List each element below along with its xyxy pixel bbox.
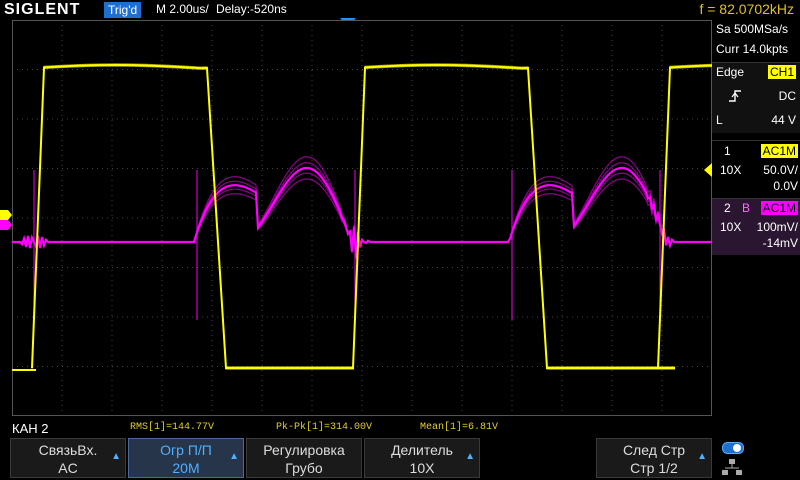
toggle-switch-icon[interactable] [722, 442, 744, 454]
measurement-pk-pk: Pk-Pk[1]=314.00V [276, 422, 373, 433]
channel2-probe: 10X [720, 220, 742, 234]
channel1-number: 1 [724, 144, 731, 158]
channel1-offset-marker-icon [0, 210, 12, 220]
softkey-adjust[interactable]: Регулировка Грубо [246, 438, 362, 478]
timebase-readout[interactable]: M 2.00us/ Delay:-520ns [156, 2, 287, 16]
softkey-next-page-title: След Стр [622, 442, 686, 458]
softkey-bandwidth-value: 20M [172, 460, 200, 476]
timebase-value: M 2.00us/ [156, 2, 209, 16]
softkey-adjust-title: Регулировка [263, 442, 345, 458]
memory-depth: Curr 14.0kpts [716, 42, 789, 56]
trigger-coupling: DC [778, 89, 796, 103]
channel2-scale: 100mV/ [756, 220, 798, 234]
channel2-offset: -14mV [762, 236, 798, 250]
softkey-probe-title: Делитель [391, 442, 453, 458]
softkey-probe-value: 10X [409, 460, 435, 476]
channel1-offset: 0.0V [773, 179, 798, 193]
channel-offset-markers[interactable] [0, 208, 12, 232]
trigger-source: CH1 [767, 65, 796, 79]
channel2-number: 2 [724, 201, 731, 215]
softkey-next-page-arrow-icon: ▲ [697, 451, 707, 462]
delay-value: Delay:-520ns [216, 2, 287, 16]
active-menu-label: КАН 2 [12, 421, 49, 436]
channel1-probe: 10X [720, 163, 742, 177]
channel2-offset-marker-icon [0, 220, 12, 230]
channel2-panel[interactable]: 2 B AC1M 10X 100mV/ -14mV [712, 198, 800, 255]
softkey-coupling-title: СвязьВх. [38, 442, 98, 458]
sample-rate: Sa 500MSa/s [716, 22, 789, 36]
softkey-adjust-value: Грубо [285, 460, 323, 476]
trigger-level: 44 V [771, 113, 796, 127]
acquisition-panel[interactable]: Sa 500MSa/s Curr 14.0kpts [712, 22, 800, 62]
rising-edge-icon [729, 90, 741, 102]
waveform-display[interactable] [12, 20, 712, 416]
channel1-scale: 50.0V/ [763, 163, 798, 177]
softkey-coupling-value: AC [58, 460, 78, 476]
trigger-panel[interactable]: Edge CH1 DC L 44 V [712, 62, 800, 133]
channel2-bw-limit-flag: B [742, 201, 751, 215]
softkey-bandwidth-title: Огр П/П [160, 442, 212, 458]
channel1-pointer-icon [704, 163, 712, 177]
softkey-next-page-value: Стр 1/2 [630, 460, 678, 476]
network-icon [722, 459, 742, 475]
channel1-panel[interactable]: 1 AC1M 10X 50.0V/ 0.0V [704, 140, 800, 197]
measurement-mean: Mean[1]=6.81V [420, 422, 499, 433]
softkey-bandwidth-arrow-icon: ▲ [229, 451, 239, 462]
softkey-probe[interactable]: Делитель 10X ▲ [364, 438, 480, 478]
softkey-coupling[interactable]: СвязьВх. AC ▲ [10, 438, 126, 478]
softkey-next-page[interactable]: След Стр Стр 1/2 ▲ [596, 438, 712, 478]
trigger-status-badge: Trig'd [104, 2, 142, 18]
softkey-bandwidth-limit[interactable]: Огр П/П 20M ▲ [128, 438, 244, 478]
softkey-coupling-arrow-icon: ▲ [111, 451, 121, 462]
channel2-coupling: AC1M [760, 201, 798, 215]
brand-logo: SIGLENT [4, 1, 81, 18]
softkey-probe-arrow-icon: ▲ [465, 451, 475, 462]
trigger-type: Edge [716, 65, 745, 79]
trigger-level-prefix: L [716, 113, 723, 127]
frequency-readout: f = 82.0702kHz [699, 1, 794, 17]
softkey-empty [482, 438, 592, 478]
measurement-rms: RMS[1]=144.77V [130, 422, 215, 433]
channel1-coupling: AC1M [760, 144, 798, 158]
